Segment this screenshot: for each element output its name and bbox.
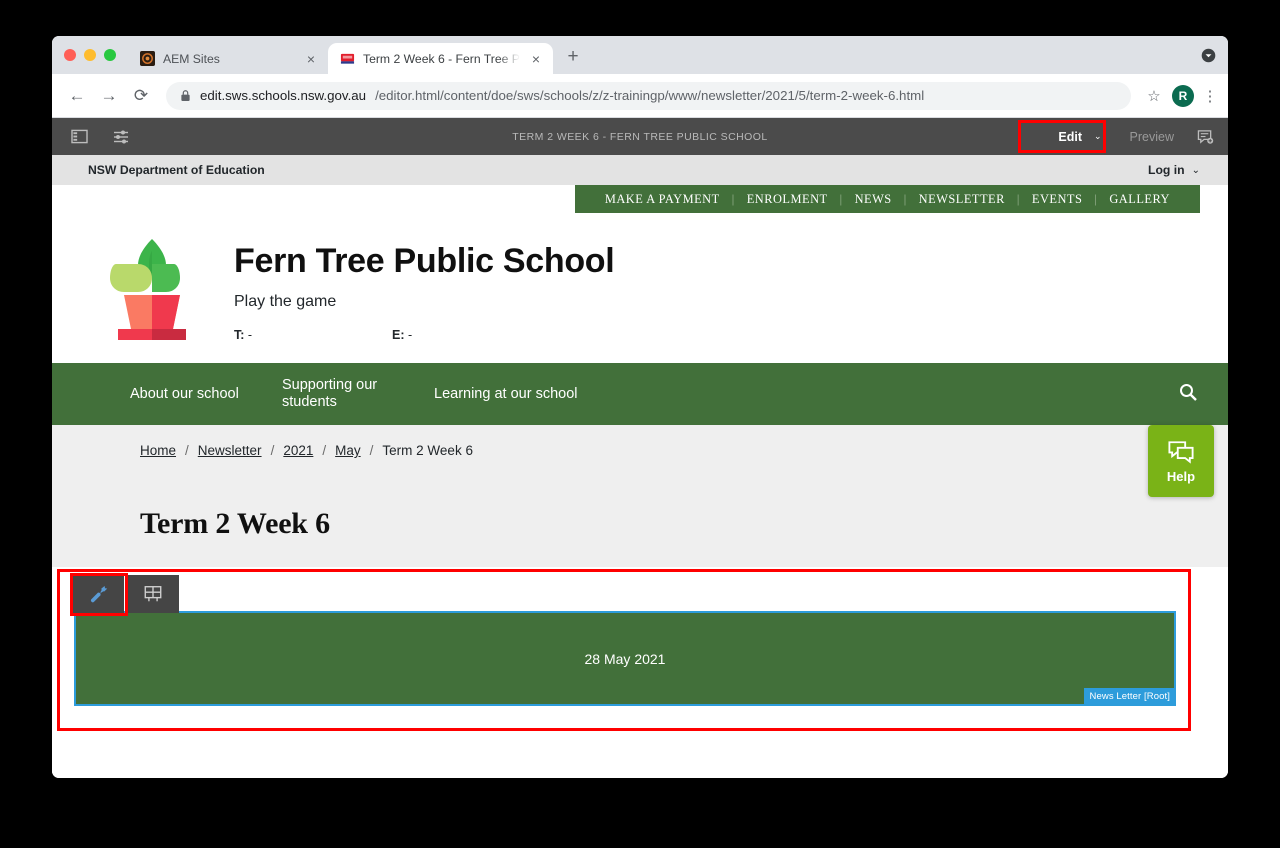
page-title: Term 2 Week 6 xyxy=(140,507,330,540)
page-title-area: Term 2 Week 6 xyxy=(52,507,1228,567)
chevron-down-circle-icon xyxy=(1201,48,1215,62)
close-window-button[interactable] xyxy=(64,49,76,61)
breadcrumb-item-term-2-week-6: Term 2 Week 6 xyxy=(382,443,473,458)
tab-close-button[interactable]: × xyxy=(303,52,319,66)
school-tagline: Play the game xyxy=(234,293,337,311)
lock-icon xyxy=(181,90,190,101)
page-properties-button[interactable] xyxy=(104,122,138,152)
browser-tab-aem-sites[interactable]: AEM Sites × xyxy=(128,43,328,74)
login-menu[interactable]: Log in ⌄ xyxy=(1148,163,1200,177)
main-nav-item-learning-at-our-school[interactable]: Learning at our school xyxy=(434,386,586,403)
tab-close-button[interactable]: × xyxy=(528,52,544,66)
email-value: - xyxy=(407,328,413,343)
masthead-text: Fern Tree Public School Play the game T:… xyxy=(234,229,615,342)
component-toolbar xyxy=(72,575,179,613)
email-label: E: xyxy=(392,328,405,343)
aem-favicon xyxy=(140,51,155,66)
profile-avatar[interactable]: R xyxy=(1172,84,1194,107)
newsletter-component[interactable]: 28 May 2021 News Letter [Root] xyxy=(74,611,1176,706)
new-tab-button[interactable]: + xyxy=(559,43,587,71)
side-panel-icon xyxy=(70,129,88,144)
gov-strip: NSW Department of Education Log in ⌄ xyxy=(52,155,1228,185)
potted-plant-logo xyxy=(110,239,186,340)
preview-button[interactable]: Preview xyxy=(1116,125,1188,149)
breadcrumb-separator: / xyxy=(270,443,275,458)
breadcrumb-bar: Home / Newsletter / 2021 / May / Term 2 Week 6 xyxy=(52,425,1228,507)
phone-value: - xyxy=(247,328,253,343)
chat-bubbles-icon xyxy=(1168,440,1194,464)
browser-window: AEM Sites × Term 2 Week 6 - Fern Tree Pu… xyxy=(52,36,1228,778)
search-icon[interactable] xyxy=(1178,382,1198,407)
main-nav-item-supporting-our-students[interactable]: Supporting our students xyxy=(282,377,434,410)
chevron-down-icon: ⌄ xyxy=(1093,131,1102,141)
bookmark-star-icon[interactable]: ☆ xyxy=(1141,87,1167,105)
utility-nav-item-newsletter[interactable]: NEWSLETTER xyxy=(907,192,1017,207)
phone-label: T: xyxy=(234,328,245,343)
contact-details: T: - E: - xyxy=(234,328,614,342)
browser-toolbar: ← → ⟳ edit.sws.schools.nsw.gov.au/editor… xyxy=(52,74,1228,118)
breadcrumb-item-may[interactable]: May xyxy=(335,443,361,458)
utility-nav-item-enrolment[interactable]: ENROLMENT xyxy=(735,192,840,207)
utility-nav: MAKE A PAYMENT | ENROLMENT | NEWS | NEWSLETTER… xyxy=(574,185,1200,213)
edit-mode-label: Edit xyxy=(1058,129,1082,144)
browser-menu-button[interactable]: ⋮ xyxy=(1202,87,1218,105)
window-traffic-lights xyxy=(62,36,128,74)
utility-nav-item-gallery[interactable]: GALLERY xyxy=(1097,192,1182,207)
search-glyph-icon xyxy=(1180,383,1197,401)
breadcrumb-item-newsletter[interactable]: Newsletter xyxy=(198,443,262,458)
tab-search-button[interactable] xyxy=(1198,45,1218,65)
address-bar[interactable]: edit.sws.schools.nsw.gov.au/editor.html/… xyxy=(166,81,1131,110)
tab-title: AEM Sites xyxy=(163,51,220,66)
back-button[interactable]: ← xyxy=(62,81,92,111)
forward-button[interactable]: → xyxy=(94,81,124,111)
aem-toolbar-right: Edit ⌄ Preview xyxy=(1046,123,1228,151)
annotate-add-icon xyxy=(1197,129,1213,144)
utility-nav-item-events[interactable]: EVENTS xyxy=(1020,192,1095,207)
breadcrumb-separator: / xyxy=(322,443,327,458)
breadcrumb-item-2021[interactable]: 2021 xyxy=(283,443,313,458)
authoring-area: 28 May 2021 News Letter [Root] xyxy=(52,567,1228,757)
school-name: Fern Tree Public School xyxy=(234,242,615,280)
page-content: NSW Department of Education Log in ⌄ MAK… xyxy=(52,155,1228,778)
maximize-window-button[interactable] xyxy=(104,49,116,61)
configure-component-button[interactable] xyxy=(72,575,124,613)
reload-button[interactable]: ⟳ xyxy=(126,81,156,111)
department-label: NSW Department of Education xyxy=(88,163,265,177)
aem-editor-toolbar: TERM 2 WEEK 6 - FERN TREE PUBLIC SCHOOL … xyxy=(52,118,1228,155)
utility-nav-item-make-a-payment[interactable]: MAKE A PAYMENT xyxy=(593,192,732,207)
main-nav-item-about-our-school[interactable]: About our school xyxy=(130,386,282,403)
login-label: Log in xyxy=(1148,163,1185,177)
tab-title: Term 2 Week 6 - Fern Tree Pub xyxy=(363,51,520,66)
main-nav: About our school Supporting our students L… xyxy=(52,363,1228,425)
utility-nav-item-news[interactable]: NEWS xyxy=(843,192,904,207)
sliders-icon xyxy=(114,130,128,143)
annotations-button[interactable] xyxy=(1190,123,1220,151)
help-widget[interactable]: Help xyxy=(1148,425,1214,497)
help-label: Help xyxy=(1166,468,1196,484)
nsw-favicon xyxy=(340,53,355,64)
site-masthead: Fern Tree Public School Play the game T:… xyxy=(52,213,1228,363)
side-panel-toggle-button[interactable] xyxy=(62,122,96,152)
minimize-window-button[interactable] xyxy=(84,49,96,61)
edit-mode-dropdown[interactable]: Edit ⌄ xyxy=(1046,125,1113,149)
aem-toolbar-left xyxy=(52,122,138,152)
breadcrumb-item-home[interactable]: Home xyxy=(140,443,176,458)
breadcrumb-separator: / xyxy=(185,443,189,458)
layout-component-button[interactable] xyxy=(127,575,179,613)
utility-nav-wrapper: MAKE A PAYMENT | ENROLMENT | NEWS | NEWSLETTER… xyxy=(52,185,1228,213)
chevron-down-icon: ⌄ xyxy=(1191,164,1200,176)
wrench-icon xyxy=(90,586,108,603)
breadcrumb: Home / Newsletter / 2021 / May / Term 2 Week 6 xyxy=(52,443,1228,458)
breadcrumb-separator: / xyxy=(369,443,374,458)
browser-tab-term-2-week-6[interactable]: Term 2 Week 6 - Fern Tree Pub × xyxy=(328,43,553,74)
component-badge: News Letter [Root] xyxy=(1083,688,1176,706)
url-path: /editor.html/content/doe/sws/schools/z/z… xyxy=(375,88,925,103)
email-detail: E: - xyxy=(392,328,550,342)
layout-insert-icon xyxy=(144,586,162,602)
newsletter-date: 28 May 2021 xyxy=(584,650,666,667)
browser-tab-strip: AEM Sites × Term 2 Week 6 - Fern Tree Pu… xyxy=(52,36,1228,74)
phone-detail: T: - xyxy=(234,328,392,342)
url-host: edit.sws.schools.nsw.gov.au xyxy=(200,88,367,103)
